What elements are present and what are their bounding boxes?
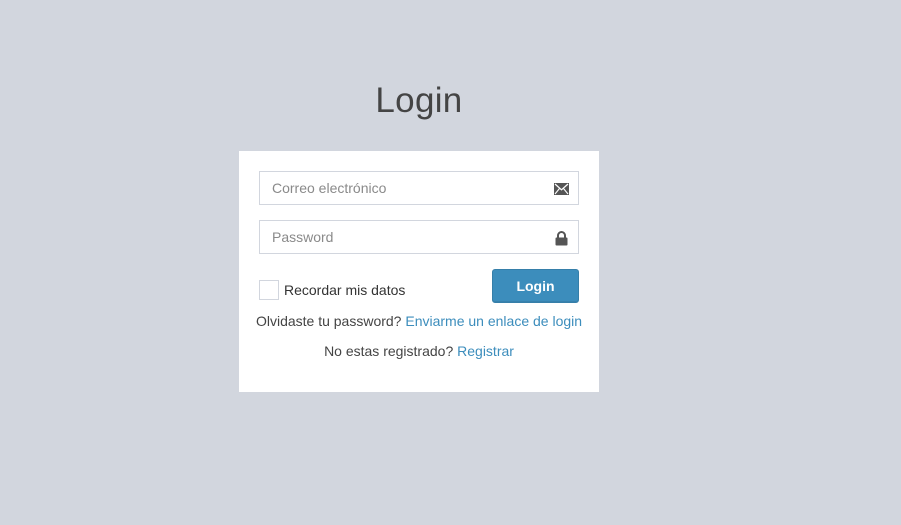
send-login-link[interactable]: Enviarme un enlace de login [405, 313, 582, 329]
login-button[interactable]: Login [492, 269, 579, 303]
remember-me-label: Recordar mis datos [284, 282, 406, 298]
email-input[interactable] [260, 172, 578, 204]
envelope-icon [553, 181, 569, 197]
page-title: Login [375, 81, 463, 120]
register-link[interactable]: Registrar [457, 343, 514, 359]
forgot-password-line: Olvidaste tu password? Enviarme un enlac… [239, 313, 599, 329]
register-line: No estas registrado? Registrar [239, 343, 599, 359]
not-registered-text: No estas registrado? [324, 343, 454, 359]
login-box: Recordar mis datos Login Olvidaste tu pa… [239, 151, 599, 392]
email-field-wrapper [259, 171, 579, 205]
remember-me-toggle[interactable]: Recordar mis datos [259, 280, 405, 300]
forgot-password-text: Olvidaste tu password? [255, 313, 402, 329]
lock-icon [553, 230, 569, 246]
password-input[interactable] [260, 221, 578, 253]
password-field-wrapper [259, 220, 579, 254]
remember-me-checkbox[interactable] [259, 280, 279, 300]
